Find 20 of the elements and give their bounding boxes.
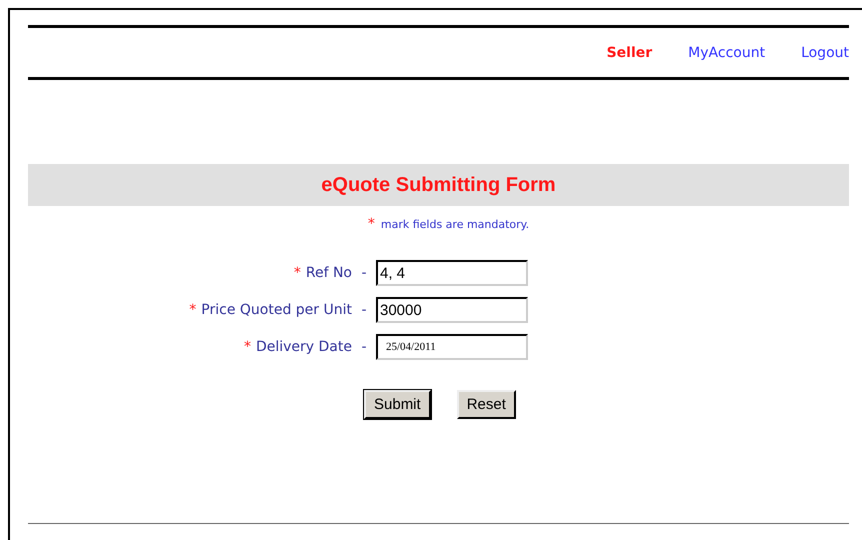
field-label: Ref No [306,265,352,281]
nav-link[interactable]: Seller [606,44,652,60]
input-field[interactable]: 30000 [376,297,528,323]
required-marker: * [368,216,375,232]
input-field[interactable]: 25/04/2011 [376,334,528,360]
nav-link[interactable]: Logout [801,44,849,60]
field-label: Price Quoted per Unit [201,302,352,318]
required-marker: * [189,302,196,318]
required-marker: * [294,265,301,281]
form-button[interactable]: Submit [364,390,431,419]
form-button[interactable]: Reset [456,390,516,419]
field-label: Delivery Date [256,339,352,355]
input-field[interactable]: 4, 4 [376,260,528,286]
required-marker: * [244,339,251,355]
form-title: eQuote Submitting Form [321,174,556,196]
nav-link[interactable]: MyAccount [688,44,766,60]
separator-dash: - [360,265,368,281]
separator-dash: - [360,339,368,355]
separator-dash: - [360,302,368,318]
mandatory-note: mark fields are mandatory. [380,218,530,231]
